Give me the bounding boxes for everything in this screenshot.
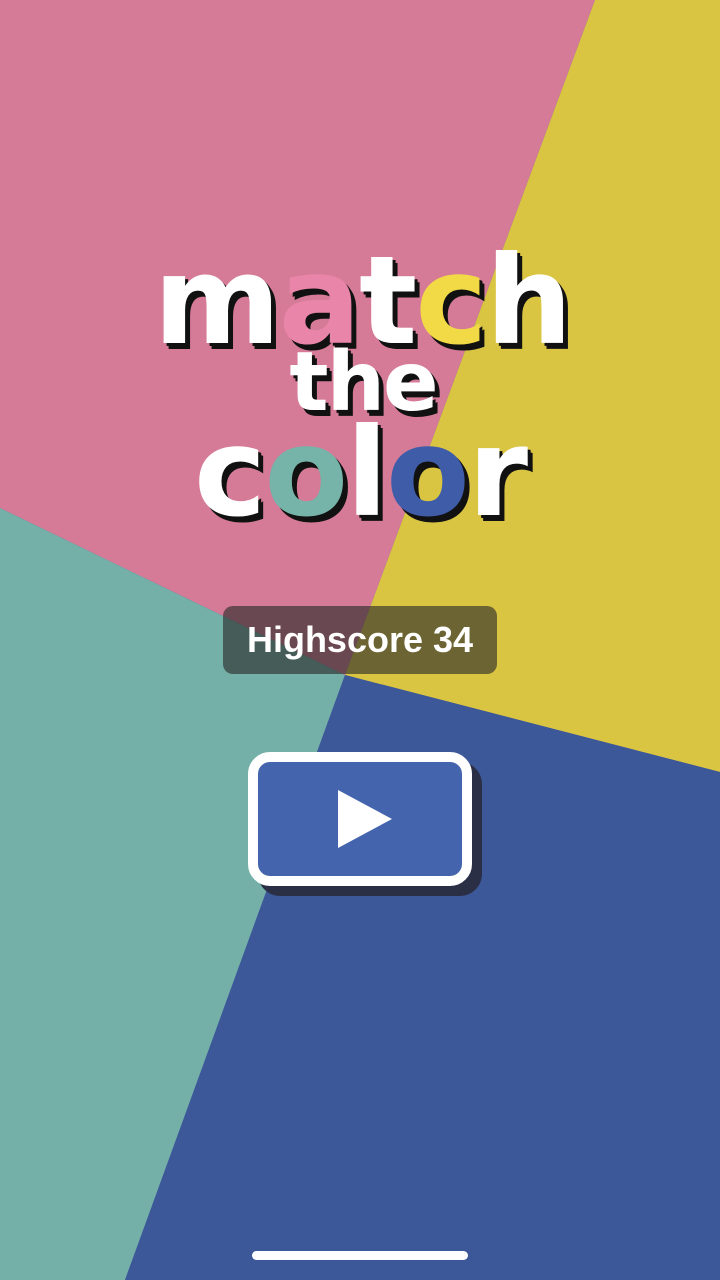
play-icon (338, 790, 392, 848)
home-indicator-bar[interactable] (252, 1251, 468, 1260)
title-letter: o (264, 402, 348, 544)
title-letter: l (346, 402, 388, 544)
play-button[interactable] (248, 752, 472, 886)
highscore-badge: Highscore 34 (223, 606, 497, 674)
title-word-color: color (0, 412, 720, 534)
title-letter: r (467, 402, 528, 544)
title-letter: h (485, 230, 573, 372)
game-title-logo: match the color (0, 240, 720, 534)
title-letter: m (153, 230, 281, 372)
main-menu-screen: match the color Highscore 34 (0, 0, 720, 1280)
highscore-value: 34 (433, 619, 474, 660)
title-letter: o (385, 402, 470, 544)
title-letter: c (194, 402, 266, 544)
highscore-label: Highscore (246, 619, 423, 660)
